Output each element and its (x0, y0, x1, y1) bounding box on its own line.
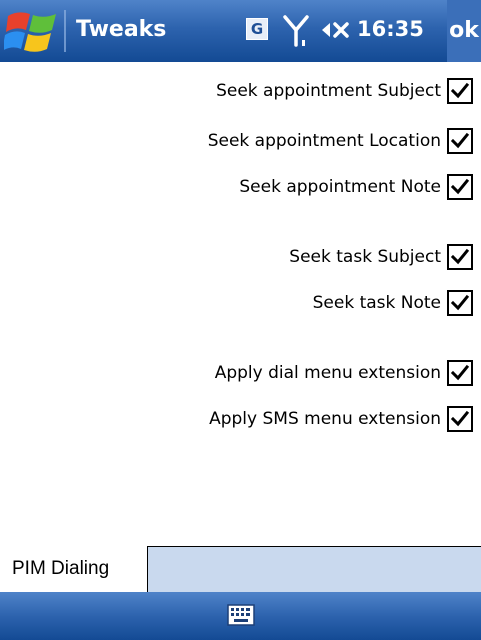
tab-label: PIM Dialing (12, 558, 110, 579)
ok-button[interactable]: ok (447, 0, 481, 62)
checkbox[interactable] (447, 360, 473, 386)
checkbox[interactable] (447, 290, 473, 316)
option-apply-dial-menu-extension[interactable]: Apply dial menu extension (215, 357, 473, 389)
keyboard-icon[interactable] (227, 604, 255, 626)
windows-flag-icon (2, 12, 56, 52)
checkbox[interactable] (447, 406, 473, 432)
signal-antenna-icon[interactable] (282, 14, 310, 48)
option-label: Seek appointment Note (239, 177, 441, 197)
option-label: Seek task Subject (289, 247, 441, 267)
soft-key-bar (0, 592, 481, 640)
option-seek-appointment-subject[interactable]: Seek appointment Subject (216, 75, 473, 107)
g-icon[interactable]: G (246, 18, 268, 40)
app-title: Tweaks (76, 17, 167, 42)
option-label: Seek appointment Subject (216, 81, 441, 101)
clock[interactable]: 16:35 (357, 17, 424, 41)
option-seek-appointment-location[interactable]: Seek appointment Location (208, 125, 473, 157)
option-seek-task-subject[interactable]: Seek task Subject (289, 241, 473, 273)
option-label: Apply dial menu extension (214, 363, 441, 383)
option-label: Seek appointment Location (207, 131, 441, 151)
option-seek-appointment-note[interactable]: Seek appointment Note (239, 171, 473, 203)
checkbox[interactable] (447, 78, 473, 104)
title-bar: Tweaks G 16:35 ok (0, 0, 481, 62)
checkbox[interactable] (447, 128, 473, 154)
start-button[interactable] (2, 6, 62, 56)
checkbox[interactable] (447, 174, 473, 200)
title-separator (64, 10, 66, 52)
tab-pim-dialing[interactable]: PIM Dialing (0, 546, 148, 592)
option-label: Seek task Note (312, 293, 441, 313)
option-label: Apply SMS menu extension (209, 409, 441, 429)
volume-muted-icon[interactable] (320, 17, 352, 43)
checkbox[interactable] (447, 244, 473, 270)
option-apply-sms-menu-extension[interactable]: Apply SMS menu extension (209, 403, 473, 435)
option-seek-task-note[interactable]: Seek task Note (313, 287, 473, 319)
